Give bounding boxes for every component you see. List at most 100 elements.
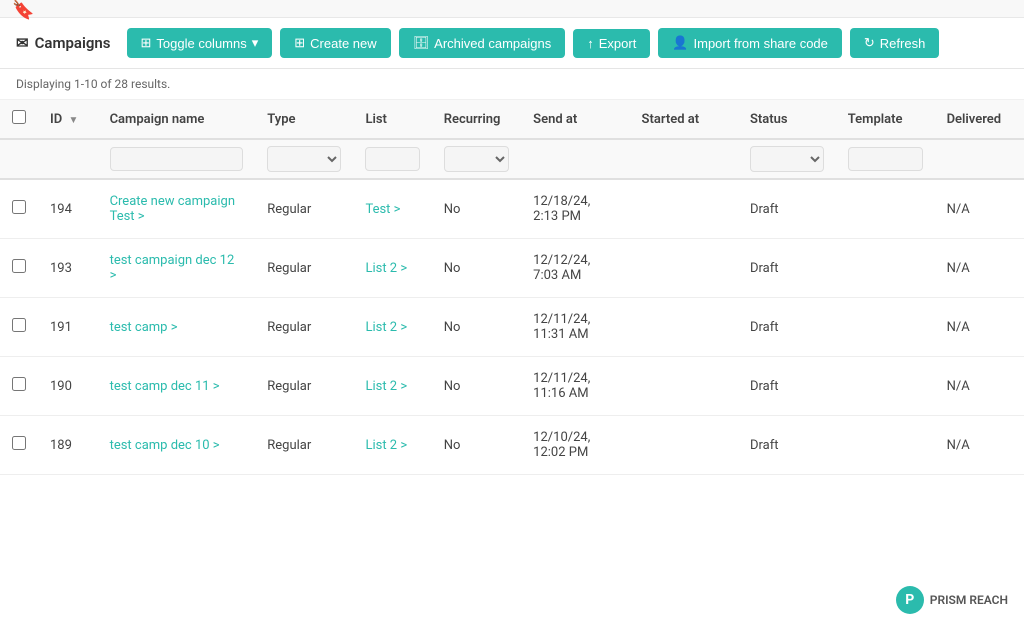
create-new-button[interactable]: ⊞ Create new [280, 28, 390, 58]
row-checkbox[interactable] [12, 377, 26, 391]
row-recurring: No [432, 298, 521, 357]
campaign-name-link[interactable]: test camp dec 11 > [110, 379, 220, 394]
import-icon: 👤 [672, 35, 688, 51]
filter-recurring-cell[interactable]: No Yes [432, 139, 521, 179]
campaign-name-link[interactable]: test camp dec 10 > [110, 438, 220, 453]
filter-template-cell[interactable] [836, 139, 935, 179]
row-campaign-name[interactable]: test camp dec 10 > [98, 416, 256, 475]
filter-status-cell[interactable]: Draft Sent [738, 139, 836, 179]
select-all-checkbox[interactable] [12, 110, 26, 124]
row-list[interactable]: List 2 > [353, 357, 431, 416]
filter-type-cell[interactable]: Regular [255, 139, 353, 179]
list-link[interactable]: List 2 > [365, 320, 407, 335]
row-list[interactable]: List 2 > [353, 239, 431, 298]
row-checkbox-cell[interactable] [0, 239, 38, 298]
status-header: Status [738, 100, 836, 139]
campaign-name-link[interactable]: Create new campaign Test > [110, 194, 244, 224]
table-body: 194 Create new campaign Test > Regular T… [0, 179, 1024, 475]
brand-logo: P [896, 586, 924, 614]
row-id: 190 [38, 357, 98, 416]
row-list[interactable]: List 2 > [353, 298, 431, 357]
id-header[interactable]: ID ▼ [38, 100, 98, 139]
export-button[interactable]: ↑ Export [573, 29, 650, 58]
row-campaign-name[interactable]: Create new campaign Test > [98, 179, 256, 239]
select-all-header [0, 100, 38, 139]
campaigns-table: ID ▼ Campaign name Type List Recurring S… [0, 100, 1024, 475]
row-id: 189 [38, 416, 98, 475]
filter-checkbox-cell [0, 139, 38, 179]
filter-list-cell[interactable] [353, 139, 431, 179]
row-send-at: 12/10/24, 12:02 PM [521, 416, 629, 475]
table-row: 189 test camp dec 10 > Regular List 2 > … [0, 416, 1024, 475]
row-checkbox[interactable] [12, 436, 26, 450]
row-campaign-name[interactable]: test campaign dec 12 > [98, 239, 256, 298]
toggle-columns-button[interactable]: ⊞ Toggle columns ▾ [127, 28, 273, 58]
row-type: Regular [255, 179, 353, 239]
list-link[interactable]: List 2 > [365, 379, 407, 394]
row-delivered: N/A [935, 357, 1024, 416]
archived-campaigns-button[interactable]: 🗄 Archived campaigns [399, 28, 566, 58]
row-delivered: N/A [935, 298, 1024, 357]
row-checkbox[interactable] [12, 200, 26, 214]
type-header: Type [255, 100, 353, 139]
brand-footer: P PRISM REACH [896, 586, 1008, 614]
campaigns-table-container: ID ▼ Campaign name Type List Recurring S… [0, 100, 1024, 475]
campaign-name-link[interactable]: test camp > [110, 320, 178, 335]
row-type: Regular [255, 416, 353, 475]
template-filter[interactable] [848, 147, 923, 171]
status-filter[interactable]: Draft Sent [750, 146, 824, 172]
row-send-at: 12/11/24, 11:31 AM [521, 298, 629, 357]
table-row: 194 Create new campaign Test > Regular T… [0, 179, 1024, 239]
bookmark-icon: 🔖 [12, 0, 34, 21]
row-list[interactable]: List 2 > [353, 416, 431, 475]
list-filter[interactable] [365, 147, 419, 171]
row-send-at: 12/18/24, 2:13 PM [521, 179, 629, 239]
import-share-code-button[interactable]: 👤 Import from share code [658, 28, 842, 58]
plus-icon: ⊞ [294, 35, 305, 51]
started-at-header: Started at [630, 100, 738, 139]
row-checkbox-cell[interactable] [0, 298, 38, 357]
row-delivered: N/A [935, 239, 1024, 298]
refresh-button[interactable]: ↻ Refresh [850, 28, 939, 58]
row-list[interactable]: Test > [353, 179, 431, 239]
row-send-at: 12/11/24, 11:16 AM [521, 357, 629, 416]
row-delivered: N/A [935, 416, 1024, 475]
row-started-at [630, 239, 738, 298]
export-icon: ↑ [587, 36, 594, 51]
row-status: Draft [738, 357, 836, 416]
row-checkbox-cell[interactable] [0, 357, 38, 416]
filter-sendat-cell [521, 139, 629, 179]
row-status: Draft [738, 239, 836, 298]
row-campaign-name[interactable]: test camp > [98, 298, 256, 357]
row-recurring: No [432, 179, 521, 239]
campaigns-title: Campaigns [35, 34, 111, 52]
row-checkbox[interactable] [12, 259, 26, 273]
campaign-name-link[interactable]: test campaign dec 12 > [110, 253, 244, 283]
list-header: List [353, 100, 431, 139]
recurring-filter[interactable]: No Yes [444, 146, 509, 172]
row-checkbox-cell[interactable] [0, 179, 38, 239]
list-link[interactable]: List 2 > [365, 438, 407, 453]
row-started-at [630, 357, 738, 416]
row-started-at [630, 416, 738, 475]
filter-startedat-cell [630, 139, 738, 179]
row-template [836, 239, 935, 298]
filter-delivered-cell [935, 139, 1024, 179]
table-row: 190 test camp dec 11 > Regular List 2 > … [0, 357, 1024, 416]
campaign-name-header: Campaign name [98, 100, 256, 139]
filter-campaign-name-cell[interactable] [98, 139, 256, 179]
row-checkbox[interactable] [12, 318, 26, 332]
toggle-icon: ⊞ [141, 35, 152, 51]
campaign-name-filter[interactable] [110, 147, 244, 171]
type-filter[interactable]: Regular [267, 146, 341, 172]
top-strip: 🔖 [0, 0, 1024, 18]
table-header-row: ID ▼ Campaign name Type List Recurring S… [0, 100, 1024, 139]
row-checkbox-cell[interactable] [0, 416, 38, 475]
row-campaign-name[interactable]: test camp dec 11 > [98, 357, 256, 416]
list-link[interactable]: Test > [365, 202, 400, 217]
template-header: Template [836, 100, 935, 139]
row-type: Regular [255, 298, 353, 357]
row-type: Regular [255, 239, 353, 298]
top-bar: ✉ Campaigns ⊞ Toggle columns ▾ ⊞ Create … [0, 18, 1024, 69]
list-link[interactable]: List 2 > [365, 261, 407, 276]
